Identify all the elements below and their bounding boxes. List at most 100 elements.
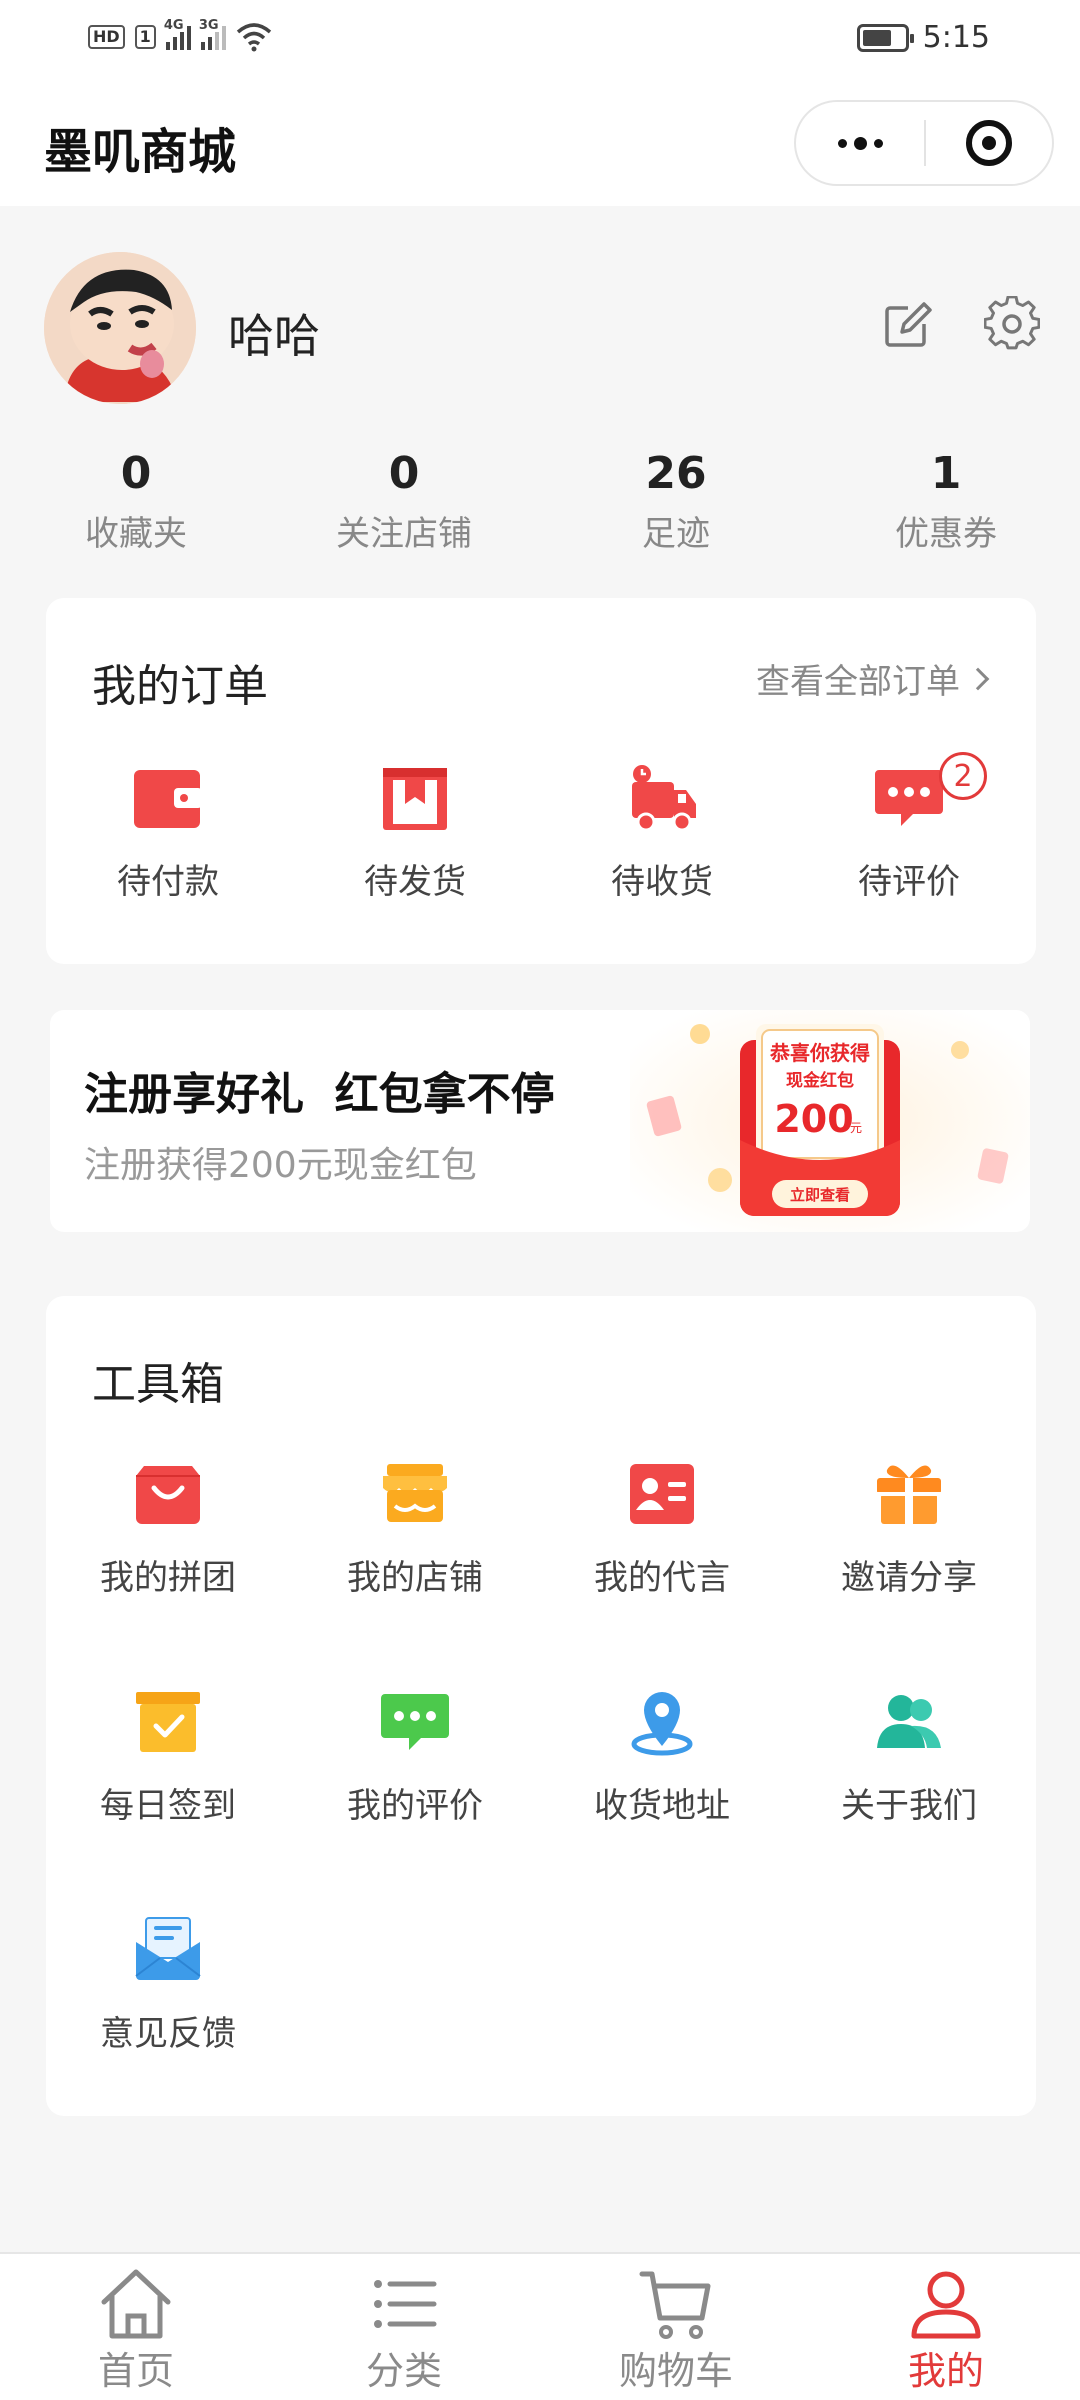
tool-label: 收货地址 bbox=[594, 1786, 730, 1826]
tool-label: 意见反馈 bbox=[100, 2014, 236, 2054]
tool-my-endorsement[interactable]: 我的代言 bbox=[542, 1456, 782, 1599]
envelope-amount: 200 bbox=[774, 1097, 853, 1141]
tab-label: 购物车 bbox=[618, 2349, 733, 2393]
stat-label: 足迹 bbox=[642, 514, 710, 554]
tool-my-reviews[interactable]: 我的评价 bbox=[295, 1684, 535, 1827]
tool-daily-checkin[interactable]: 每日签到 bbox=[48, 1684, 288, 1827]
id-card-icon bbox=[630, 1464, 694, 1524]
orders-card: 我的订单 查看全部订单 待付款 待发货 待收货 2 待评价 bbox=[46, 598, 1036, 964]
signal-4g-icon: 4G bbox=[164, 18, 191, 50]
order-pending-receipt[interactable]: 待收货 bbox=[542, 760, 782, 903]
stat-followed-stores[interactable]: 0 关注店铺 bbox=[304, 448, 504, 555]
gift-icon bbox=[877, 1465, 941, 1524]
hd-badge: HD bbox=[88, 25, 125, 49]
network-3g-label: 3G bbox=[198, 18, 219, 33]
toolbox-card: 工具箱 我的拼团 我的店铺 我的代言 邀请分享 每日签到 我的评价 收货地址 关… bbox=[46, 1296, 1036, 2116]
user-stats: 0 收藏夹 0 关注店铺 26 足迹 1 优惠券 bbox=[0, 448, 1080, 558]
tool-label: 我的拼团 bbox=[100, 1558, 236, 1598]
delivery-truck-icon bbox=[632, 765, 696, 832]
order-pending-shipment[interactable]: 待发货 bbox=[295, 760, 535, 903]
order-pending-payment[interactable]: 待付款 bbox=[48, 760, 288, 903]
view-all-orders-link[interactable]: 查看全部订单 bbox=[756, 654, 990, 703]
more-menu-button[interactable] bbox=[796, 102, 924, 184]
network-4g-label: 4G bbox=[163, 18, 184, 33]
battery-icon bbox=[856, 23, 914, 52]
miniprogram-capsule bbox=[794, 100, 1054, 186]
envelope-line1: 恭喜你获得 bbox=[769, 1041, 870, 1065]
category-list-icon bbox=[374, 2280, 437, 2328]
stat-coupons[interactable]: 1 优惠券 bbox=[846, 448, 1046, 555]
wifi-icon bbox=[236, 23, 271, 52]
envelope-unit: 元 bbox=[850, 1121, 862, 1135]
chevron-right-icon bbox=[966, 667, 990, 690]
tab-cart[interactable]: 购物车 bbox=[576, 2264, 776, 2394]
checkin-box-icon bbox=[136, 1692, 200, 1752]
toolbox-title: 工具箱 bbox=[92, 1359, 224, 1410]
stat-label: 关注店铺 bbox=[336, 514, 472, 554]
user-icon bbox=[911, 2271, 981, 2339]
tab-label: 首页 bbox=[97, 2349, 174, 2393]
status-time: 5:15 bbox=[922, 20, 990, 55]
wallet-icon bbox=[134, 770, 202, 828]
stat-value: 0 bbox=[388, 448, 420, 499]
page-title: 墨叽商城 bbox=[44, 124, 237, 180]
envelope-line2: 现金红包 bbox=[786, 1070, 854, 1091]
signal-3g-icon: 3G bbox=[199, 18, 226, 50]
envelope-button: 立即查看 bbox=[790, 1186, 850, 1204]
red-envelope-illustration: 恭喜你获得 现金红包 200 元 立即查看 bbox=[630, 1010, 1030, 1232]
banner-title: 注册享好礼 红包拿不停 bbox=[84, 1069, 555, 1120]
package-icon bbox=[383, 768, 447, 830]
order-pending-review[interactable]: 2 待评价 bbox=[789, 752, 1029, 903]
notification-badge: 2 bbox=[939, 752, 987, 800]
shopping-bag-icon bbox=[136, 1466, 200, 1524]
navigation-bar: 墨叽商城 bbox=[0, 80, 1080, 206]
order-label: 待评价 bbox=[858, 862, 960, 902]
stat-favorites[interactable]: 0 收藏夹 bbox=[36, 448, 236, 555]
storefront-icon bbox=[383, 1464, 447, 1522]
cart-icon bbox=[639, 2271, 711, 2339]
tool-label: 每日签到 bbox=[100, 1786, 236, 1826]
comment-icon bbox=[875, 770, 943, 826]
promo-banner[interactable]: 注册享好礼 红包拿不停 注册获得200元现金红包 恭喜你获得 现金红包 200 … bbox=[50, 1010, 1030, 1232]
order-label: 待发货 bbox=[364, 862, 466, 902]
order-label: 待收货 bbox=[611, 862, 713, 902]
status-bar: HD 1 4G 3G 5:15 bbox=[0, 0, 1080, 80]
order-label: 待付款 bbox=[117, 862, 219, 902]
close-miniprogram-button[interactable] bbox=[926, 120, 1052, 166]
settings-gear-icon[interactable] bbox=[984, 296, 1040, 352]
stat-value: 0 bbox=[120, 448, 152, 499]
sim-badge: 1 bbox=[134, 25, 156, 49]
cartoon-avatar-icon bbox=[44, 252, 196, 404]
tool-label: 邀请分享 bbox=[841, 1558, 977, 1598]
avatar[interactable] bbox=[44, 252, 196, 404]
feedback-mail-icon bbox=[135, 1917, 201, 1980]
banner-subtitle: 注册获得200元现金红包 bbox=[84, 1145, 477, 1186]
stat-label: 收藏夹 bbox=[85, 514, 187, 554]
tool-invite-share[interactable]: 邀请分享 bbox=[789, 1456, 1029, 1599]
tool-my-store[interactable]: 我的店铺 bbox=[295, 1456, 535, 1599]
tab-mine[interactable]: 我的 bbox=[846, 2264, 1046, 2394]
tool-label: 我的代言 bbox=[594, 1558, 730, 1598]
tab-category[interactable]: 分类 bbox=[304, 2264, 504, 2394]
location-pin-icon bbox=[631, 1692, 693, 1756]
bottom-tab-bar: 首页 分类 购物车 我的 bbox=[0, 2252, 1080, 2400]
orders-title: 我的订单 bbox=[92, 661, 268, 712]
tab-label: 分类 bbox=[365, 2349, 442, 2393]
target-icon bbox=[966, 120, 1012, 166]
status-left: HD 1 4G 3G bbox=[88, 18, 272, 52]
people-icon bbox=[877, 1695, 941, 1748]
stat-value: 1 bbox=[930, 448, 962, 499]
tool-feedback[interactable]: 意见反馈 bbox=[48, 1912, 288, 2055]
tab-home[interactable]: 首页 bbox=[36, 2264, 236, 2394]
tool-my-group-buy[interactable]: 我的拼团 bbox=[48, 1456, 288, 1599]
tool-shipping-address[interactable]: 收货地址 bbox=[542, 1684, 782, 1827]
stat-footprints[interactable]: 26 足迹 bbox=[576, 448, 776, 555]
view-all-label: 查看全部订单 bbox=[756, 662, 960, 702]
home-icon bbox=[101, 2269, 171, 2339]
edit-icon[interactable] bbox=[880, 296, 936, 352]
tab-label: 我的 bbox=[907, 2349, 984, 2393]
tool-label: 我的店铺 bbox=[347, 1558, 483, 1598]
tool-about-us[interactable]: 关于我们 bbox=[789, 1684, 1029, 1827]
stat-value: 26 bbox=[645, 448, 707, 499]
tool-label: 我的评价 bbox=[347, 1786, 483, 1826]
